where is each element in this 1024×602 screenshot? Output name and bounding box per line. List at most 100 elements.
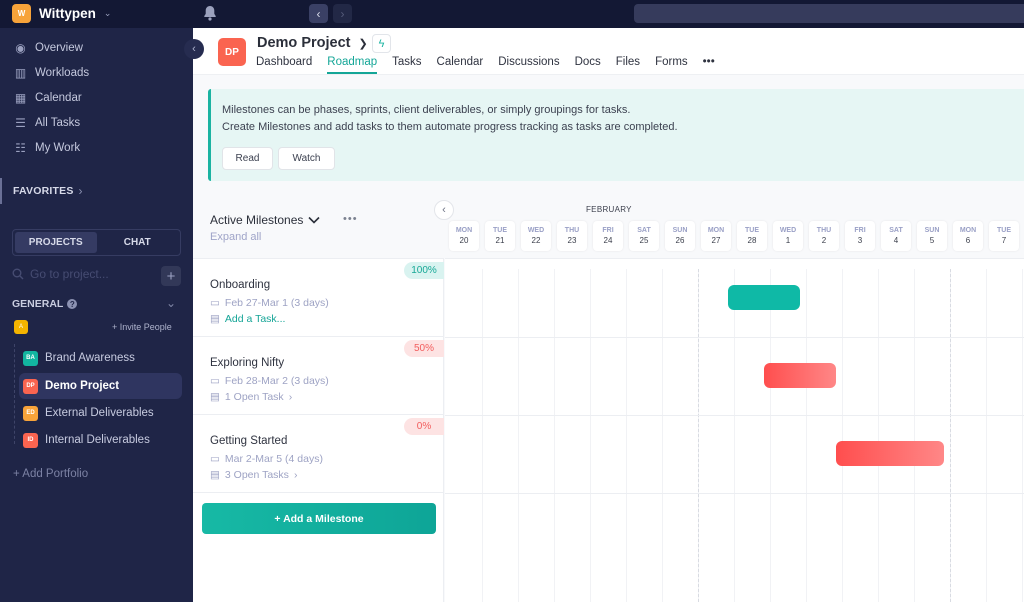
milestones-panel: Active Milestones ••• Expand all Onboard… [193, 181, 444, 602]
sidebar-item-all-tasks[interactable]: ☰ All Tasks [14, 115, 81, 130]
project-item-brand-awareness[interactable]: BA Brand Awareness [19, 345, 182, 371]
workspace-logo: W [12, 4, 31, 23]
tab-docs[interactable]: Docs [575, 56, 601, 74]
day-header: WED 1 [773, 221, 803, 251]
day-number: 3 [857, 236, 863, 245]
milestone-bar[interactable] [764, 363, 836, 388]
calendar-icon: ▭ [210, 375, 220, 387]
project-badge: ID [23, 432, 38, 448]
progress-badge: 100% [404, 262, 444, 279]
tab-dashboard[interactable]: Dashboard [256, 56, 312, 74]
group-header[interactable]: GENERAL ? [12, 298, 78, 310]
info-text-line-1: Milestones can be phases, sprints, clien… [222, 104, 631, 116]
add-task-link[interactable]: ▤ Add a Task... [210, 313, 285, 325]
day-of-week: SUN [672, 227, 688, 234]
day-gridline [986, 269, 987, 602]
tab-projects[interactable]: PROJECTS [15, 232, 97, 253]
milestone-dates-text: Feb 27-Mar 1 (3 days) [224, 297, 329, 309]
milestone-dates: ▭ Feb 28-Mar 2 (3 days) [210, 375, 329, 387]
tab-forms[interactable]: Forms [655, 56, 688, 74]
week-divider [698, 269, 699, 602]
info-text-line-2: Create Milestones and add tasks to them … [222, 121, 678, 133]
sidebar-item-label: Workloads [35, 66, 90, 79]
milestone-name: Getting Started [210, 435, 288, 447]
day-gridline [806, 269, 807, 602]
list-icon: ☰ [15, 115, 26, 130]
milestone-row[interactable]: Getting Started ▭ Mar 2-Mar 5 (4 days) ▤ 3… [193, 415, 444, 493]
sidebar-item-overview[interactable]: ◉ Overview [14, 41, 83, 55]
day-header: MON 27 [701, 221, 731, 251]
tab-roadmap[interactable]: Roadmap [327, 56, 378, 74]
invite-people-link[interactable]: + Invite People [112, 322, 172, 332]
sidebar-item-my-work[interactable]: ☷ My Work [14, 141, 80, 155]
add-project-button[interactable]: + [161, 266, 181, 286]
month-label: FEBRUARY [586, 205, 632, 214]
sidebar-item-label: Overview [35, 41, 83, 54]
calendar-icon: ▦ [14, 90, 27, 105]
project-search-input[interactable]: Go to project... [12, 267, 109, 281]
info-banner: Milestones can be phases, sprints, clien… [208, 89, 1024, 181]
day-number: 20 [459, 236, 469, 245]
milestone-row[interactable]: Exploring Nifty ▭ Feb 28-Mar 2 (3 days) ▤… [193, 337, 444, 415]
expand-all-link[interactable]: Expand all [210, 231, 261, 243]
day-of-week: FRI [602, 227, 614, 234]
progress-badge: 0% [404, 418, 444, 435]
tab-calendar[interactable]: Calendar [437, 56, 484, 74]
day-header: SAT 25 [629, 221, 659, 251]
tab-chat[interactable]: CHAT [97, 232, 179, 253]
bell-icon[interactable] [203, 5, 217, 21]
back-arrow-icon[interactable]: ‹ [309, 4, 328, 23]
day-header: TUE 28 [737, 221, 767, 251]
day-number: 21 [495, 236, 505, 245]
project-item-internal-deliverables[interactable]: ID Internal Deliverables [19, 427, 182, 453]
milestone-tasks-text: 1 Open Task [224, 391, 284, 403]
row-divider [445, 337, 1024, 338]
project-title[interactable]: Demo Project ❯ [257, 35, 368, 51]
sidebar-item-label: All Tasks [35, 116, 81, 129]
more-options-icon[interactable]: ••• [343, 213, 358, 225]
open-tasks-link[interactable]: ▤ 1 Open Task › [210, 391, 292, 403]
sidebar-item-calendar[interactable]: ▦ Calendar [14, 90, 82, 105]
day-gridline [626, 269, 627, 602]
more-tabs-icon[interactable]: ••• [703, 56, 715, 74]
workspace-switcher[interactable]: W Wittypen ⌄ [12, 4, 111, 23]
timeline-prev-button[interactable]: ‹ [434, 200, 454, 220]
automation-bolt-icon[interactable]: ϟ [372, 34, 391, 53]
row-divider [445, 493, 1024, 494]
tab-tasks[interactable]: Tasks [392, 56, 421, 74]
milestone-dates-text: Mar 2-Mar 5 (4 days) [224, 453, 323, 465]
tab-discussions[interactable]: Discussions [498, 56, 559, 74]
project-item-demo-project[interactable]: DP Demo Project [19, 373, 182, 399]
day-of-week: SAT [637, 227, 651, 234]
project-name: Internal Deliverables [45, 434, 150, 446]
chevron-right-icon: › [288, 391, 293, 403]
chevron-down-icon: ⌄ [103, 8, 112, 18]
help-icon[interactable]: ? [67, 299, 78, 309]
day-number: 5 [929, 236, 935, 245]
add-portfolio-link[interactable]: + Add Portfolio [13, 468, 88, 480]
main-panel: DP Demo Project ❯ ϟ Dashboard Roadmap Ta… [193, 28, 1024, 602]
read-button[interactable]: Read [222, 147, 273, 170]
collapse-sidebar-button[interactable]: ‹ [184, 39, 204, 59]
day-header: FRI 24 [593, 221, 623, 251]
day-of-week: THU [564, 227, 580, 234]
project-item-external-deliverables[interactable]: ED External Deliverables [19, 400, 182, 426]
milestones-filter[interactable]: Active Milestones [210, 213, 320, 227]
favorites-section[interactable]: FAVORITES › [0, 178, 83, 204]
day-gridline [662, 269, 663, 602]
milestone-bar[interactable] [836, 441, 944, 466]
chevron-down-icon[interactable]: ⌄ [166, 296, 176, 310]
watch-button[interactable]: Watch [278, 147, 335, 170]
day-gridline [518, 269, 519, 602]
milestone-row[interactable]: Onboarding ▭ Feb 27-Mar 1 (3 days) ▤ Add a… [193, 259, 444, 337]
day-of-week: TUE [745, 227, 759, 234]
day-gridline [554, 269, 555, 602]
search-placeholder: Go to project... [30, 267, 109, 281]
milestone-bar[interactable] [728, 285, 800, 310]
tab-files[interactable]: Files [616, 56, 640, 74]
open-tasks-link[interactable]: ▤ 3 Open Tasks › [210, 469, 297, 481]
add-milestone-button[interactable]: + Add a Milestone [202, 503, 436, 534]
sidebar-item-workloads[interactable]: ▥ Workloads [14, 66, 90, 80]
forward-arrow-icon[interactable]: › [333, 4, 352, 23]
global-search-input[interactable] [634, 4, 1024, 23]
